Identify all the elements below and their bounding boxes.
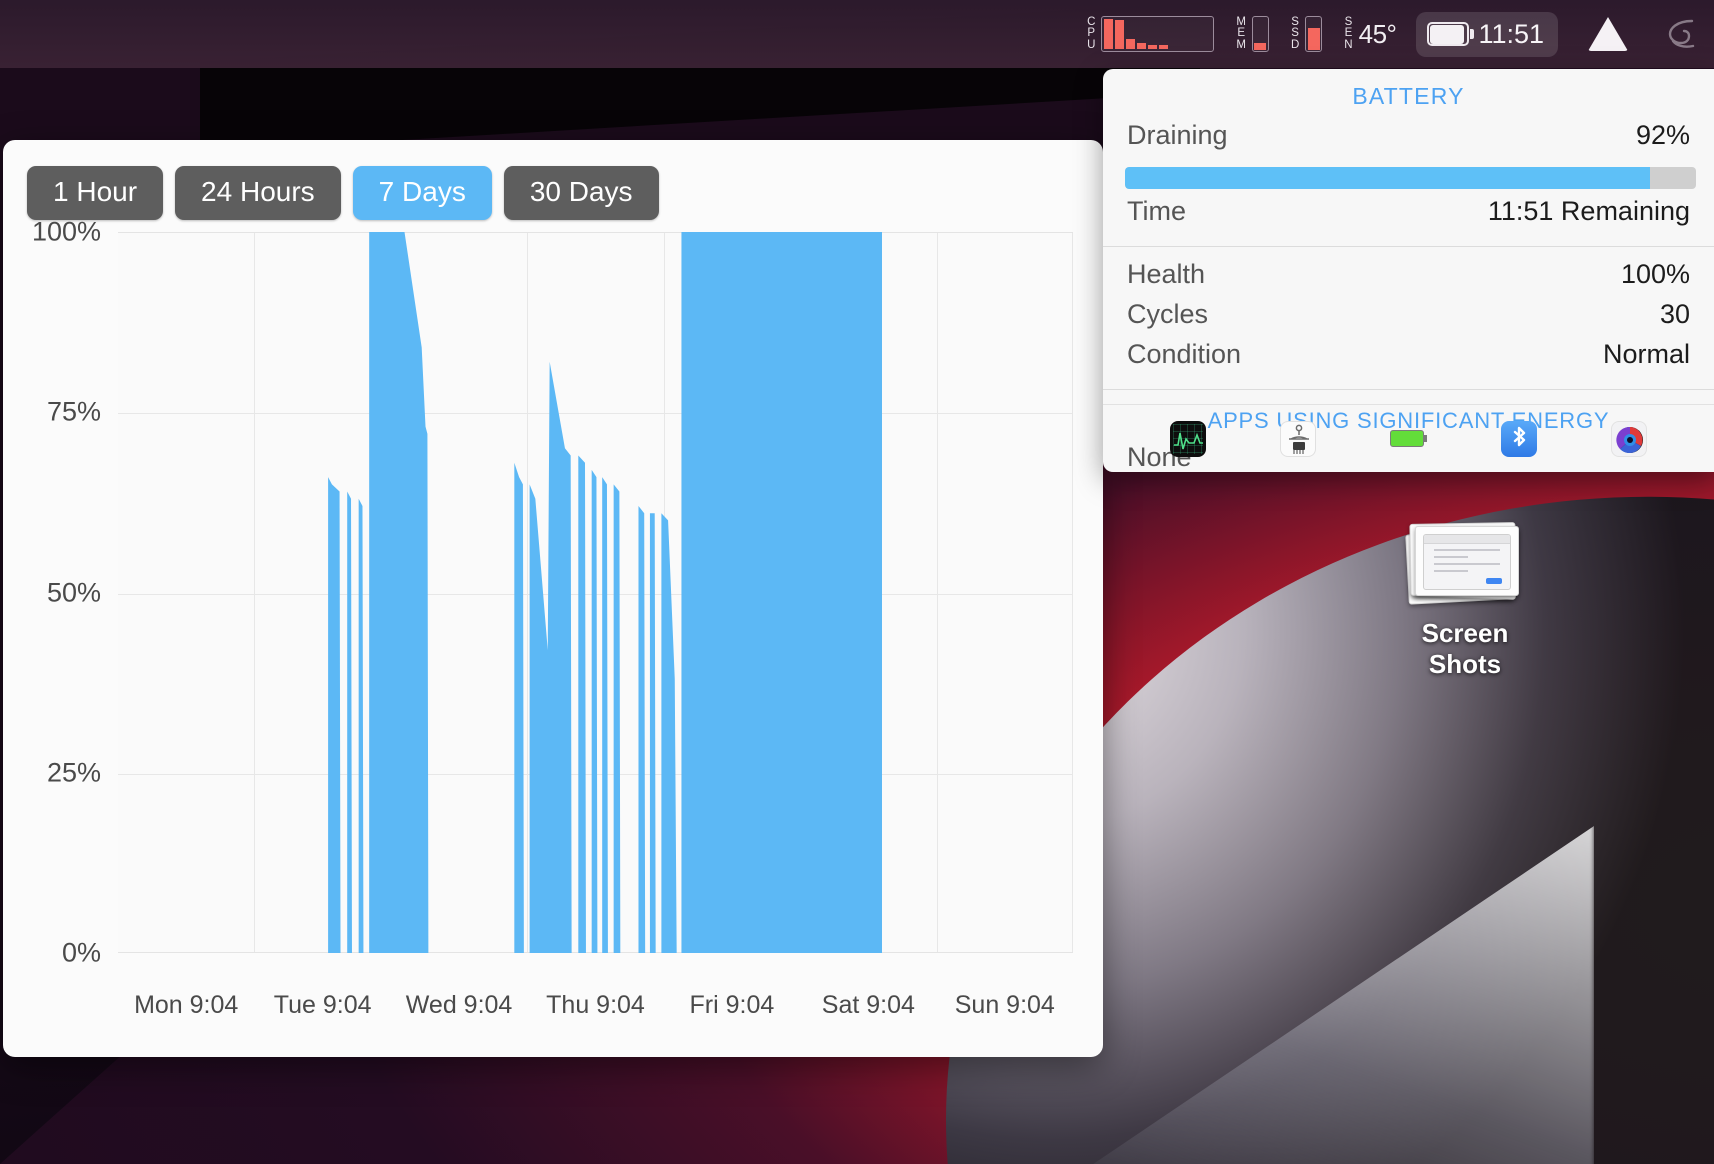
tab-30-days[interactable]: 30 Days xyxy=(503,166,659,220)
cpu-bar xyxy=(1137,43,1147,49)
divider xyxy=(1103,389,1714,390)
battery-cycles-label: Cycles xyxy=(1127,299,1209,329)
bluetooth-icon[interactable] xyxy=(1500,420,1537,457)
battery-cycles-row: Cycles 30 xyxy=(1103,299,1714,339)
menubar-clock: 11:51 xyxy=(1478,18,1544,49)
battery-health-value: 100% xyxy=(1620,259,1690,289)
mem-meter-icon xyxy=(1251,16,1269,52)
y-tick-label: 50% xyxy=(46,577,101,607)
menu-bar: CPU MEM SSD SEN 45° 11:51 xyxy=(0,0,1714,68)
chart-plot-area xyxy=(118,232,1073,953)
battery-time-value: 11:51 Remaining xyxy=(1487,196,1690,226)
cpu-bar xyxy=(1115,20,1125,49)
battery-time-row: Time 11:51 Remaining xyxy=(1103,196,1714,236)
battery-icon xyxy=(1427,22,1475,46)
sensor-temperature: 45° xyxy=(1358,18,1397,49)
divider xyxy=(1103,246,1714,247)
cpu-graph-icon xyxy=(1101,16,1215,52)
activity-monitor-icon[interactable] xyxy=(1170,420,1207,457)
battery-status-value: 92% xyxy=(1635,120,1690,150)
menubar-cpu-widget[interactable]: CPU xyxy=(1087,15,1215,52)
menubar-mem-widget[interactable]: MEM xyxy=(1236,16,1269,52)
desktop-icon-screenshots[interactable]: Screen Shots xyxy=(1390,518,1540,680)
y-tick-label: 0% xyxy=(61,937,101,968)
tab-24-hours[interactable]: 24 Hours xyxy=(175,166,341,220)
cpu-bar xyxy=(1126,38,1136,49)
battery-popover: BATTERY Draining 92% Time 11:51 Remainin… xyxy=(1103,69,1714,472)
x-tick-label: Thu 9:04 xyxy=(546,991,645,1019)
battery-charge-bar xyxy=(1125,167,1696,189)
tab-1-hour[interactable]: 1 Hour xyxy=(27,166,164,220)
cpu-bar xyxy=(1159,45,1169,49)
ssd-label: SSD xyxy=(1290,15,1300,51)
hardware-monitor-icon[interactable] xyxy=(1280,420,1317,457)
x-tick-label: Sat 9:04 xyxy=(821,991,915,1019)
battery-icon[interactable] xyxy=(1390,421,1428,457)
swirl-icon[interactable] xyxy=(1662,15,1700,53)
menubar-sensor-widget[interactable]: SEN 45° xyxy=(1344,15,1397,52)
desktop-icon-label: Screen Shots xyxy=(1421,618,1509,679)
cpu-bar xyxy=(1148,45,1158,49)
battery-charge-series xyxy=(118,232,1073,953)
battery-panel-footer-icons xyxy=(1103,404,1714,472)
x-tick-label: Mon 9:04 xyxy=(134,991,239,1019)
battery-health-row: Health 100% xyxy=(1103,259,1714,299)
battery-time-label: Time xyxy=(1127,196,1186,226)
x-tick-label: Sun 9:04 xyxy=(954,991,1055,1019)
battery-health-label: Health xyxy=(1127,259,1206,289)
menubar-battery-widget[interactable]: 11:51 xyxy=(1416,11,1558,57)
battery-condition-value: Normal xyxy=(1602,339,1690,369)
x-tick-label: Wed 9:04 xyxy=(405,991,513,1019)
sen-label: SEN xyxy=(1344,15,1353,51)
triangle-icon[interactable] xyxy=(1588,17,1628,51)
battery-cycles-value: 30 xyxy=(1659,299,1690,329)
time-range-tabs: 1 Hour 24 Hours 7 Days 30 Days xyxy=(3,140,1103,220)
battery-condition-label: Condition xyxy=(1127,339,1242,369)
battery-panel-title: BATTERY xyxy=(1352,83,1465,109)
menubar-ssd-widget[interactable]: SSD xyxy=(1290,15,1323,52)
x-tick-label: Fri 9:04 xyxy=(689,991,775,1019)
y-tick-label: 25% xyxy=(46,757,101,788)
cpu-label: CPU xyxy=(1087,15,1096,51)
battery-charge-fill xyxy=(1125,167,1651,189)
cpu-bar xyxy=(1104,19,1114,49)
screenshots-stack-icon xyxy=(1405,518,1525,610)
battery-history-window: 1 Hour 24 Hours 7 Days 30 Days 0% 25% 50% 75% 1… xyxy=(3,140,1103,1057)
x-tick-label: Tue 9:04 xyxy=(273,991,372,1019)
ssd-meter-icon xyxy=(1305,16,1323,52)
mem-label: MEM xyxy=(1236,15,1246,51)
color-wheel-icon[interactable] xyxy=(1610,420,1647,457)
battery-condition-row: Condition Normal xyxy=(1103,339,1714,379)
battery-status-label: Draining xyxy=(1127,120,1228,150)
y-tick-label: 100% xyxy=(31,216,101,247)
y-tick-label: 75% xyxy=(46,396,101,427)
tab-7-days[interactable]: 7 Days xyxy=(352,166,492,220)
battery-status-row: Draining 92% xyxy=(1103,120,1714,160)
